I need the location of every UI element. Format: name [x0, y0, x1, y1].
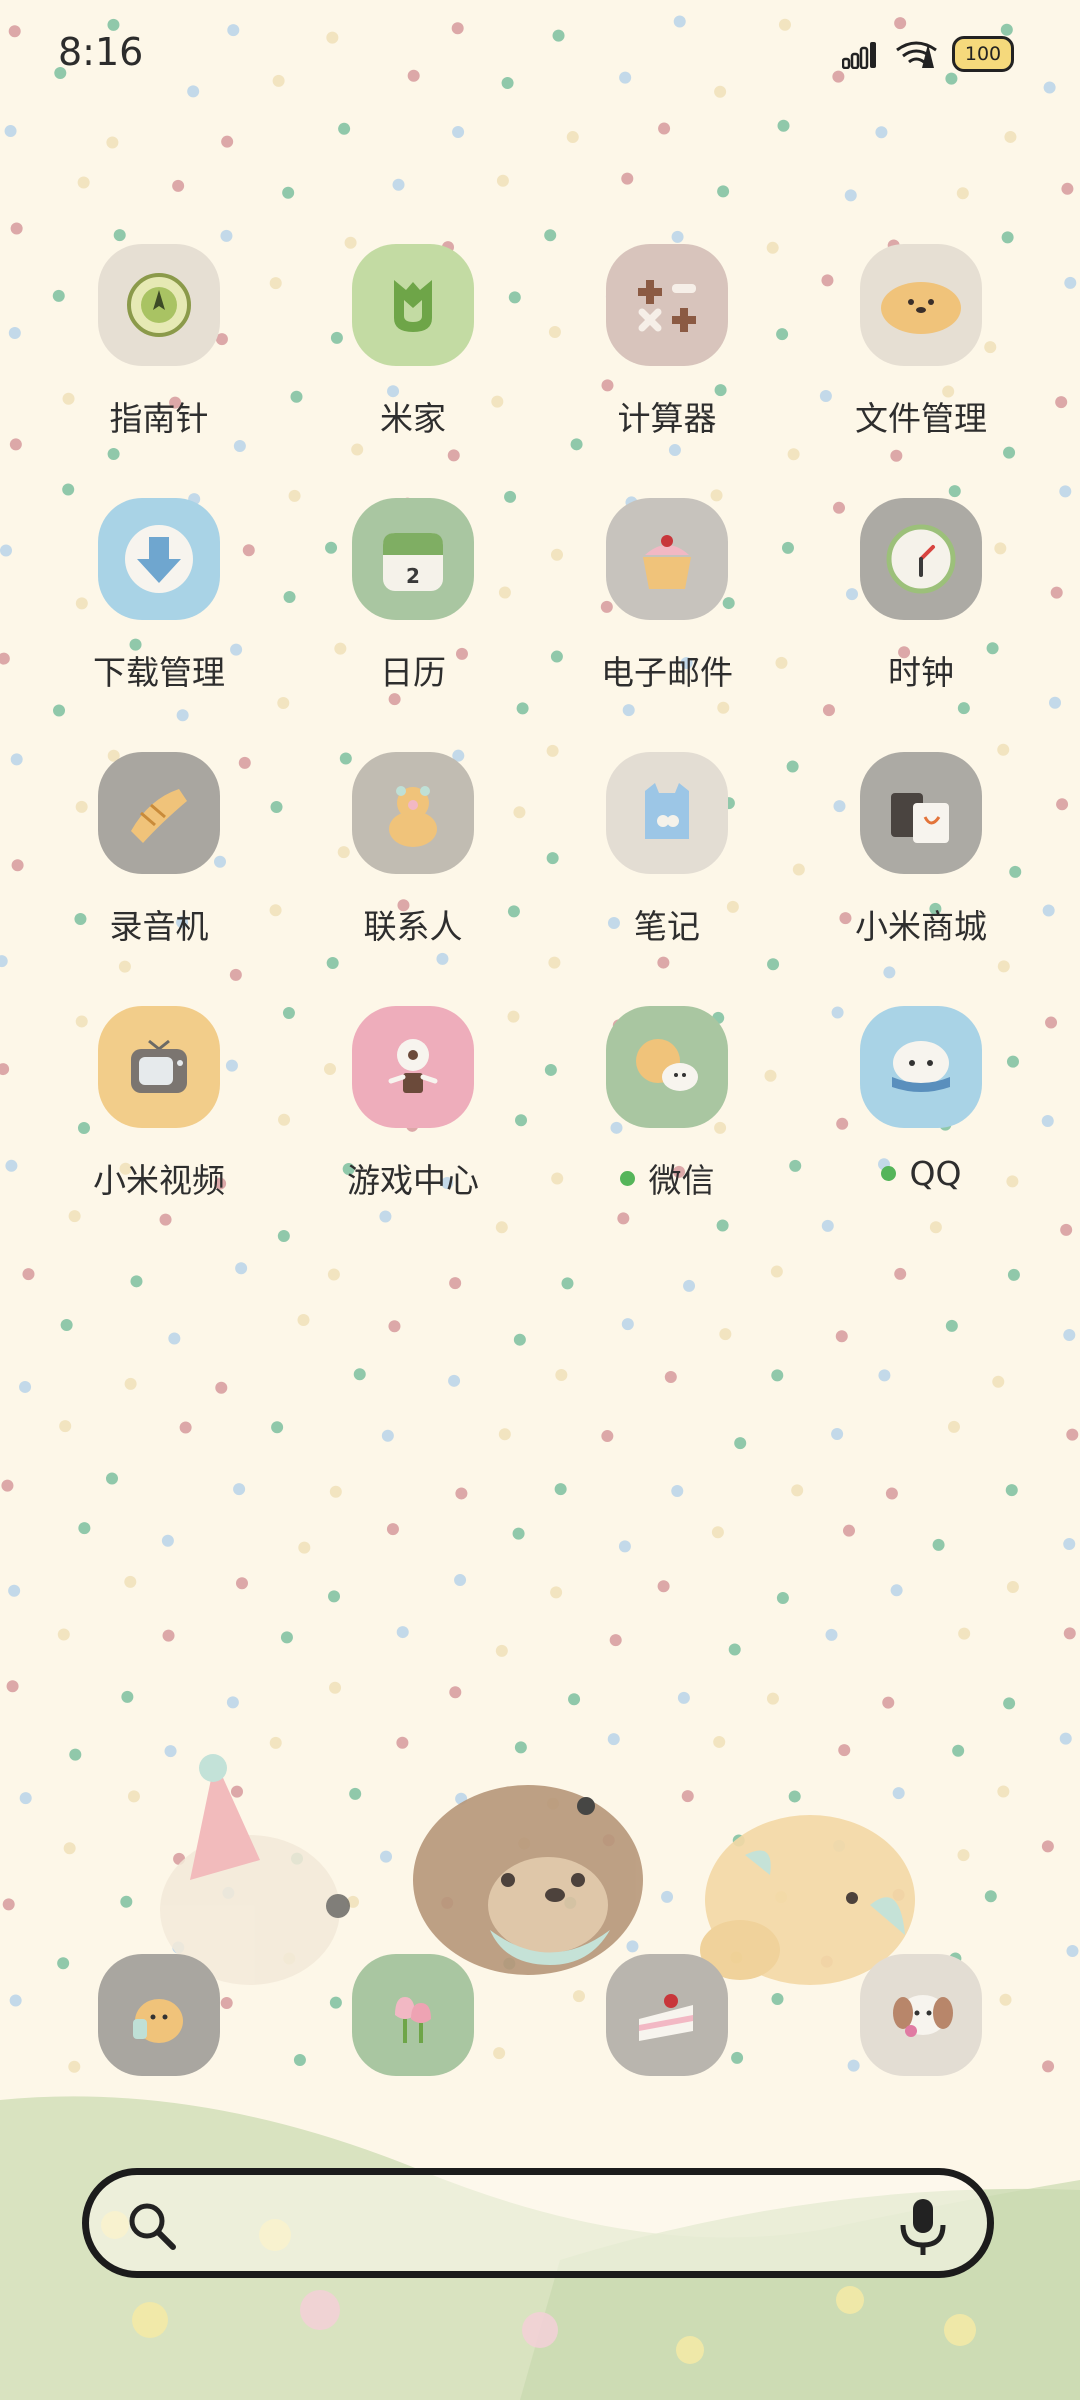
download-icon[interactable] — [98, 498, 220, 620]
app-email[interactable]: 电子邮件 — [540, 498, 794, 694]
search-icon[interactable] — [125, 2199, 181, 2255]
app-label: 下载管理 — [93, 653, 225, 692]
svg-text:2: 2 — [406, 564, 420, 588]
dock-app-3[interactable] — [540, 1954, 794, 2076]
app-label: 指南针 — [109, 399, 209, 438]
app-label: 日历 — [380, 653, 446, 692]
app-notes[interactable]: 笔记 — [540, 752, 794, 948]
clock-icon[interactable] — [860, 498, 982, 620]
recorder-icon[interactable] — [98, 752, 220, 874]
mi-video-icon[interactable] — [98, 1006, 220, 1128]
cake-icon[interactable] — [606, 1954, 728, 2076]
app-qq[interactable]: QQ — [794, 1006, 1048, 1193]
calendar-icon[interactable]: 2 — [352, 498, 474, 620]
puppy-camera-icon[interactable] — [860, 1954, 982, 2076]
dog-phone-icon[interactable] — [98, 1954, 220, 2076]
app-mi-video[interactable]: 小米视频 — [32, 1006, 286, 1202]
dock-app-1[interactable] — [32, 1954, 286, 2076]
app-label: 文件管理 — [855, 399, 987, 438]
app-label: 计算器 — [617, 399, 717, 438]
battery-icon: 100 — [952, 36, 1014, 72]
signal-icon — [842, 42, 876, 69]
status-time: 8:16 — [58, 30, 144, 74]
battery-level: 100 — [964, 43, 1002, 65]
app-label: QQ — [880, 1154, 961, 1193]
app-label: 小米视频 — [93, 1161, 225, 1200]
qq-icon[interactable] — [860, 1006, 982, 1128]
compass-icon[interactable] — [98, 244, 220, 366]
status-icons: 100 — [842, 36, 1014, 72]
app-label: 小米商城 — [855, 907, 987, 946]
wechat-icon[interactable] — [606, 1006, 728, 1128]
app-label: 时钟 — [888, 653, 954, 692]
app-clock[interactable]: 时钟 — [794, 498, 1048, 694]
microphone-icon[interactable] — [895, 2195, 951, 2259]
notes-icon[interactable] — [606, 752, 728, 874]
dock-app-2[interactable] — [286, 1954, 540, 2076]
calculator-icon[interactable] — [606, 244, 728, 366]
new-indicator-dot — [619, 1170, 635, 1186]
app-download[interactable]: 下载管理 — [32, 498, 286, 694]
new-indicator-dot — [880, 1166, 896, 1181]
wifi-icon — [896, 41, 937, 68]
mijia-icon[interactable] — [352, 244, 474, 366]
dog-brown — [413, 1785, 643, 1975]
app-wechat[interactable]: 微信 — [540, 1006, 794, 1202]
mi-store-icon[interactable] — [860, 752, 982, 874]
tulip-icon[interactable] — [352, 1954, 474, 2076]
app-label: 微信 — [619, 1154, 715, 1202]
game-center-icon[interactable] — [352, 1006, 474, 1128]
app-game-center[interactable]: 游戏中心 — [286, 1006, 540, 1202]
app-recorder[interactable]: 录音机 — [32, 752, 286, 948]
contacts-icon[interactable] — [352, 752, 474, 874]
search-bar[interactable] — [82, 2168, 994, 2278]
email-icon[interactable] — [606, 498, 728, 620]
app-calendar[interactable]: 2 日历 — [286, 498, 540, 694]
dock-app-4[interactable] — [794, 1954, 1048, 2076]
status-bar: 8:16 100 — [0, 0, 1080, 110]
app-mijia[interactable]: 米家 — [286, 244, 540, 440]
app-label: 联系人 — [363, 907, 463, 946]
app-label: 游戏中心 — [347, 1161, 479, 1200]
app-label: 录音机 — [109, 907, 209, 946]
app-label: 笔记 — [634, 907, 700, 946]
app-calculator[interactable]: 计算器 — [540, 244, 794, 440]
app-label: 电子邮件 — [601, 653, 733, 692]
dog-party-hat — [160, 1754, 350, 1985]
file-manager-icon[interactable] — [860, 244, 982, 366]
app-file-manager[interactable]: 文件管理 — [794, 244, 1048, 440]
app-label: 米家 — [380, 399, 446, 438]
app-compass[interactable]: 指南针 — [32, 244, 286, 440]
app-contacts[interactable]: 联系人 — [286, 752, 540, 948]
app-mi-store[interactable]: 小米商城 — [794, 752, 1048, 948]
